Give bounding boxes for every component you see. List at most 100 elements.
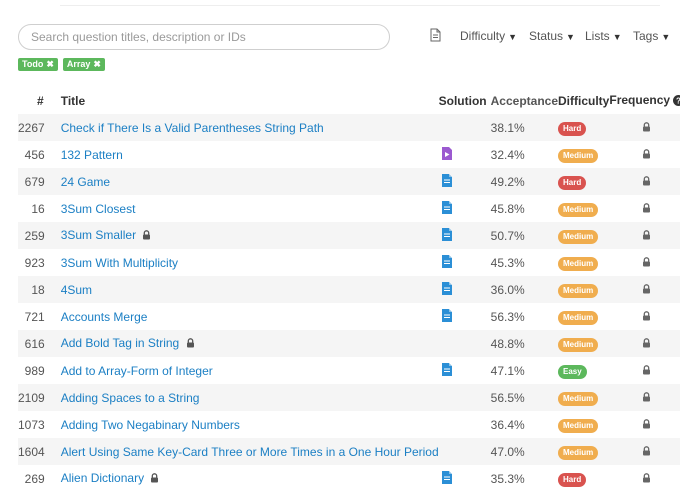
- header-acceptance[interactable]: Acceptance: [487, 88, 558, 114]
- solution-video-icon[interactable]: [441, 146, 452, 163]
- acceptance-rate: 47.0%: [490, 444, 525, 459]
- status-label: Status: [529, 29, 564, 43]
- solution-cell: [439, 195, 487, 222]
- tag-array[interactable]: Array ✖: [62, 58, 105, 71]
- difficulty-label: Difficulty: [460, 29, 506, 43]
- solution-article-icon[interactable]: [441, 281, 452, 298]
- difficulty-badge: Medium: [558, 256, 599, 271]
- header-solution[interactable]: Solution: [439, 88, 487, 114]
- difficulty-cell: Medium: [558, 141, 609, 168]
- problem-title-link[interactable]: Accounts Merge: [61, 310, 148, 324]
- problem-title-link[interactable]: Add to Array-Form of Integer: [61, 364, 213, 378]
- table-row[interactable]: 1604 Alert Using Same Key-Card Three or M…: [18, 438, 680, 465]
- status-dropdown[interactable]: Status ▼: [529, 29, 575, 43]
- problem-title-link[interactable]: Adding Two Negabinary Numbers: [61, 418, 240, 432]
- acceptance-rate: 36.4%: [490, 417, 525, 432]
- problem-title-cell: Add Bold Tag in String: [45, 330, 439, 357]
- help-icon[interactable]: ?: [673, 95, 680, 109]
- solution-article-icon[interactable]: [441, 227, 452, 244]
- problem-title-cell: Alert Using Same Key-Card Three or More …: [45, 438, 439, 465]
- problem-title-link[interactable]: Add Bold Tag in String: [61, 336, 180, 350]
- lock-icon: [642, 202, 651, 216]
- frequency-cell: [609, 114, 680, 141]
- problem-title-link[interactable]: Check if There Is a Valid Parentheses St…: [61, 121, 324, 135]
- frequency-cell: [609, 330, 680, 357]
- header-difficulty[interactable]: Difficulty: [558, 88, 609, 114]
- problem-title-link[interactable]: Alert Using Same Key-Card Three or More …: [61, 445, 439, 459]
- difficulty-badge: Medium: [558, 229, 599, 244]
- caret-down-icon: ▼: [508, 32, 518, 42]
- difficulty-badge: Hard: [558, 472, 587, 487]
- problem-title-link[interactable]: 3Sum Closest: [61, 202, 136, 216]
- acceptance-rate: 48.8%: [490, 336, 525, 351]
- table-row[interactable]: 616 Add Bold Tag in String 48.8% Medium: [18, 330, 680, 357]
- problem-title-link[interactable]: Alien Dictionary: [61, 471, 144, 485]
- solution-article-icon[interactable]: [441, 173, 452, 190]
- search-box[interactable]: [18, 24, 390, 50]
- solution-cell: [439, 114, 487, 141]
- table-row[interactable]: 679 24 Game 49.2% Hard: [18, 168, 680, 195]
- table-row[interactable]: 259 3Sum Smaller 50.7% Medium: [18, 222, 680, 249]
- lock-icon: [642, 472, 651, 486]
- problem-title-cell: 3Sum Smaller: [45, 222, 439, 249]
- acceptance-rate: 45.8%: [490, 201, 525, 216]
- table-row[interactable]: 923 3Sum With Multiplicity 45.3% Medium: [18, 249, 680, 276]
- table-row[interactable]: 1073 Adding Two Negabinary Numbers 36.4% Me…: [18, 411, 680, 438]
- solution-article-icon[interactable]: [441, 308, 452, 325]
- active-tags: Todo ✖ Array ✖: [18, 58, 110, 72]
- solution-cell: [439, 249, 487, 276]
- frequency-cell: [609, 384, 680, 411]
- problem-id: 18: [31, 282, 45, 297]
- problem-title-link[interactable]: Adding Spaces to a String: [61, 391, 200, 405]
- acceptance-rate: 49.2%: [490, 174, 525, 189]
- lists-dropdown[interactable]: Lists ▼: [585, 29, 622, 43]
- header-id[interactable]: #: [18, 88, 45, 114]
- acceptance-rate: 47.1%: [490, 363, 525, 378]
- solution-cell: [439, 384, 487, 411]
- solution-article-icon[interactable]: [441, 362, 452, 379]
- lock-icon: [642, 310, 651, 324]
- problem-title-link[interactable]: 24 Game: [61, 175, 110, 189]
- solution-cell: [439, 357, 487, 384]
- table-row[interactable]: 989 Add to Array-Form of Integer 47.1% Easy: [18, 357, 680, 384]
- remove-tag-icon[interactable]: ✖: [93, 59, 101, 69]
- solution-article-icon[interactable]: [441, 470, 452, 487]
- solution-article-icon[interactable]: [441, 200, 452, 217]
- pick-one-icon[interactable]: [430, 28, 444, 44]
- tags-dropdown[interactable]: Tags ▼: [633, 29, 670, 43]
- svg-text:?: ?: [676, 97, 680, 106]
- remove-tag-icon[interactable]: ✖: [46, 59, 54, 69]
- difficulty-cell: Easy: [558, 357, 609, 384]
- table-row[interactable]: 456 132 Pattern 32.4% Medium: [18, 141, 680, 168]
- problem-title-link[interactable]: 132 Pattern: [61, 148, 123, 162]
- table-row[interactable]: 269 Alien Dictionary 35.3% Hard: [18, 465, 680, 492]
- difficulty-badge: Medium: [558, 418, 599, 433]
- header-title[interactable]: Title: [45, 88, 439, 114]
- header-frequency[interactable]: Frequency?: [609, 88, 680, 114]
- search-input[interactable]: [31, 29, 381, 45]
- table-row[interactable]: 721 Accounts Merge 56.3% Medium: [18, 303, 680, 330]
- problems-table: # Title Solution Acceptance Difficulty F…: [18, 88, 680, 492]
- table-row[interactable]: 18 4Sum 36.0% Medium: [18, 276, 680, 303]
- solution-article-icon[interactable]: [441, 254, 452, 271]
- table-row[interactable]: 16 3Sum Closest 45.8% Medium: [18, 195, 680, 222]
- acceptance-rate: 45.3%: [490, 255, 525, 270]
- table-header: # Title Solution Acceptance Difficulty F…: [18, 88, 680, 114]
- frequency-cell: [609, 465, 680, 492]
- difficulty-dropdown[interactable]: Difficulty ▼: [460, 29, 517, 43]
- problem-id: 679: [24, 174, 45, 189]
- tags-label: Tags: [633, 29, 659, 43]
- table-row[interactable]: 2267 Check if There Is a Valid Parenthese…: [18, 114, 680, 141]
- filter-bar: Difficulty▼ Status▼ Lists▼ Tags▼: [18, 24, 678, 50]
- table-row[interactable]: 2109 Adding Spaces to a String 56.5% Medium: [18, 384, 680, 411]
- problem-title-link[interactable]: 3Sum Smaller: [61, 228, 136, 242]
- difficulty-badge: Medium: [558, 202, 599, 217]
- problem-title-link[interactable]: 4Sum: [61, 283, 92, 297]
- problem-title-link[interactable]: 3Sum With Multiplicity: [61, 256, 178, 270]
- problem-title-cell: Adding Spaces to a String: [45, 384, 439, 411]
- difficulty-badge: Medium: [558, 337, 599, 352]
- lists-label: Lists: [585, 29, 610, 43]
- tag-todo[interactable]: Todo ✖: [18, 58, 58, 71]
- frequency-cell: [609, 438, 680, 465]
- acceptance-rate: 56.5%: [490, 390, 525, 405]
